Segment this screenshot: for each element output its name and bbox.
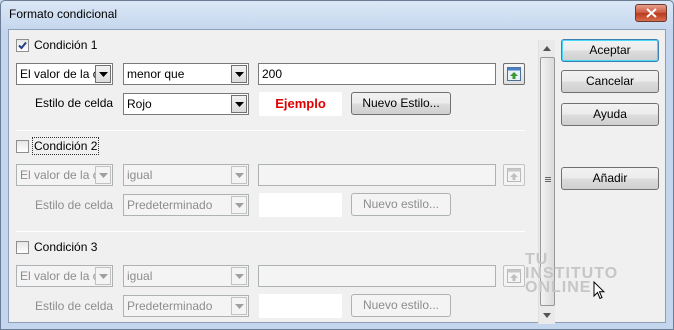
condition-3-style-select[interactable]: Predeterminado: [123, 295, 249, 317]
chevron-down-icon: [235, 173, 244, 178]
condition-1-operator-select[interactable]: menor que: [123, 63, 249, 85]
accept-button[interactable]: Aceptar: [561, 39, 659, 62]
condition-1-type-dropdown[interactable]: [95, 65, 111, 83]
condition-2-style-dropdown[interactable]: [231, 196, 247, 214]
title-bar[interactable]: Formato condicional: [1, 1, 673, 29]
condition-2-checkbox[interactable]: [16, 140, 29, 153]
condition-1-checkbox[interactable]: [16, 39, 29, 52]
chevron-down-icon: [543, 313, 551, 318]
condition-2-new-style-button[interactable]: Nuevo estilo...: [351, 193, 451, 216]
condition-3-new-style-button[interactable]: Nuevo estilo...: [351, 294, 451, 317]
condition-1-label[interactable]: Condición 1: [34, 38, 97, 52]
condition-2-style-select[interactable]: Predeterminado: [123, 194, 249, 216]
window-title: Formato condicional: [9, 7, 118, 21]
condition-3-label[interactable]: Condición 3: [34, 240, 97, 254]
condition-2-operator-select[interactable]: igual: [123, 164, 249, 186]
condition-3-operator-dropdown[interactable]: [231, 267, 247, 285]
condition-1-value-text: 200: [262, 67, 283, 81]
checkmark-icon: [18, 41, 27, 50]
condition-separator-2: [16, 231, 525, 232]
chevron-down-icon: [235, 72, 244, 77]
condition-3-type-dropdown[interactable]: [95, 267, 111, 285]
chevron-down-icon: [235, 274, 244, 279]
shrink-dialog-icon: [507, 67, 521, 81]
chevron-down-icon: [99, 173, 108, 178]
condition-1-operator-value: menor que: [127, 67, 185, 81]
mouse-cursor-icon: [593, 281, 605, 300]
condition-3-style-dropdown[interactable]: [231, 297, 247, 315]
close-icon: [646, 8, 657, 18]
condition-3-operator-value: igual: [127, 269, 153, 283]
condition-2-type-dropdown[interactable]: [95, 166, 111, 184]
scroll-down-arrow[interactable]: [539, 307, 556, 324]
condition-2-style-label: Estilo de celda: [35, 198, 114, 212]
condition-1-operator-dropdown[interactable]: [231, 65, 247, 83]
condition-3-checkbox[interactable]: [16, 241, 29, 254]
condition-1-type-select[interactable]: El valor de la c: [16, 63, 113, 85]
condition-1-shrink-button[interactable]: [503, 63, 525, 85]
add-button[interactable]: Añadir: [561, 167, 659, 190]
condition-1-style-label: Estilo de celda: [35, 96, 114, 110]
condition-2-label-text: Condición 2: [34, 139, 98, 153]
chevron-up-icon: [543, 46, 551, 51]
chevron-down-icon: [235, 102, 244, 107]
scroll-up-arrow[interactable]: [539, 40, 556, 57]
condition-3-style-preview: [259, 294, 342, 318]
condition-2-type-select[interactable]: El valor de la c: [16, 164, 113, 186]
help-button[interactable]: Ayuda: [561, 103, 659, 126]
condition-1-style-select[interactable]: Rojo: [123, 93, 249, 115]
condition-3-style-label: Estilo de celda: [35, 299, 114, 313]
chevron-down-icon: [235, 203, 244, 208]
condition-3-style-value: Predeterminado: [127, 299, 213, 313]
condition-2-type-value: El valor de la c: [20, 168, 96, 182]
condition-1-value-input[interactable]: 200: [258, 63, 496, 85]
condition-1-label-text: Condición 1: [34, 38, 98, 52]
condition-2-style-preview: [259, 193, 342, 217]
chevron-down-icon: [99, 72, 108, 77]
condition-separator-1: [16, 130, 525, 131]
condition-2-value-input[interactable]: [258, 164, 496, 186]
condition-1-style-value: Rojo: [127, 97, 152, 111]
condition-1-style-preview: Ejemplo: [259, 92, 342, 116]
condition-3-label-text: Condición 3: [34, 240, 98, 254]
cancel-button[interactable]: Cancelar: [561, 70, 659, 93]
close-button[interactable]: [635, 4, 667, 22]
condition-2-label[interactable]: Condición 2: [31, 137, 100, 155]
shrink-dialog-icon: [507, 269, 521, 283]
condition-2-operator-dropdown[interactable]: [231, 166, 247, 184]
condition-3-type-select[interactable]: El valor de la c: [16, 265, 113, 287]
dialog-window: Formato condicional Condición 1 El valor…: [0, 0, 674, 330]
shrink-dialog-icon: [507, 168, 521, 182]
chevron-down-icon: [235, 304, 244, 309]
condition-2-operator-value: igual: [127, 168, 153, 182]
condition-1-type-value: El valor de la c: [20, 67, 96, 81]
condition-3-operator-select[interactable]: igual: [123, 265, 249, 287]
condition-3-value-input[interactable]: [258, 265, 496, 287]
condition-3-type-value: El valor de la c: [20, 269, 96, 283]
condition-2-style-value: Predeterminado: [127, 198, 213, 212]
condition-1-new-style-button[interactable]: Nuevo Estilo...: [351, 92, 451, 115]
dialog-body: Condición 1 El valor de la c menor que 2…: [8, 29, 666, 324]
condition-1-style-dropdown[interactable]: [231, 95, 247, 113]
chevron-down-icon: [99, 274, 108, 279]
condition-2-shrink-button[interactable]: [503, 164, 525, 186]
condition-3-shrink-button[interactable]: [503, 265, 525, 287]
